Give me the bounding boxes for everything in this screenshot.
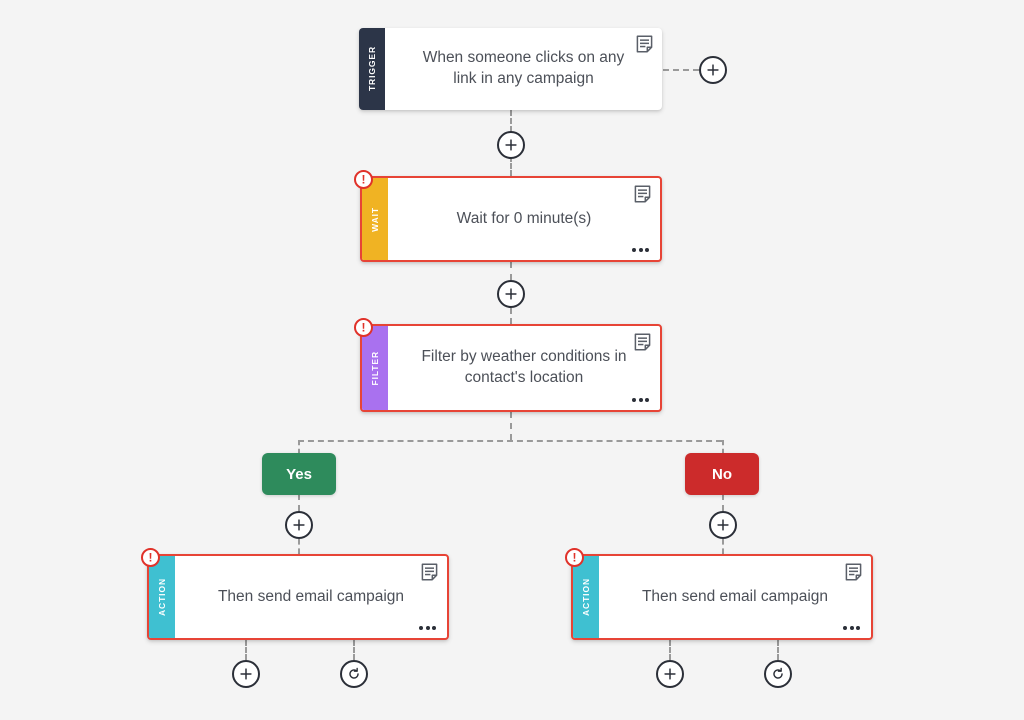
note-icon[interactable] <box>421 563 438 581</box>
alert-exclamation-icon[interactable]: ! <box>565 548 584 567</box>
node-filter[interactable]: FILTER Filter by weather conditions in c… <box>360 324 662 412</box>
branch-pill-no[interactable]: No <box>685 453 759 495</box>
node-trigger[interactable]: TRIGGER When someone clicks on any link … <box>359 28 662 110</box>
ellipsis-icon[interactable] <box>632 248 649 252</box>
action-yes-stripe: ACTION <box>149 556 175 638</box>
action-yes-body: Then send email campaign <box>175 556 447 638</box>
trigger-stripe: TRIGGER <box>359 28 385 110</box>
branch-label-yes: Yes <box>286 465 312 483</box>
workflow-canvas: TRIGGER When someone clicks on any link … <box>0 0 1024 720</box>
add-step-button-no-branch[interactable] <box>709 511 737 539</box>
alert-exclamation-icon[interactable]: ! <box>354 170 373 189</box>
connector-no-to-plus <box>722 494 724 511</box>
alert-exclamation-icon[interactable]: ! <box>141 548 160 567</box>
connector-plus-to-wait <box>510 156 512 176</box>
alert-glyph: ! <box>148 550 153 564</box>
connector-yes-to-plus <box>298 494 300 511</box>
note-icon[interactable] <box>845 563 862 581</box>
node-wait[interactable]: WAIT Wait for 0 minute(s) <box>360 176 662 262</box>
connector-split-to-yes <box>298 440 300 454</box>
wait-stripe: WAIT <box>362 178 388 260</box>
ellipsis-icon[interactable] <box>419 626 436 630</box>
connector-wait-to-plus <box>510 262 512 280</box>
action-no-stripe: ACTION <box>573 556 599 638</box>
connector-branch-split <box>298 440 722 442</box>
alert-glyph: ! <box>361 172 366 186</box>
add-step-button-action-yes[interactable] <box>232 660 260 688</box>
filter-body: Filter by weather conditions in contact'… <box>388 326 660 410</box>
wait-title: Wait for 0 minute(s) <box>456 209 592 227</box>
connector-action-yes-repeat <box>353 640 355 660</box>
connector-plus-to-action-yes <box>298 539 300 554</box>
filter-stripe: FILTER <box>362 326 388 410</box>
alert-exclamation-icon[interactable]: ! <box>354 318 373 337</box>
branch-pill-yes[interactable]: Yes <box>262 453 336 495</box>
refresh-icon[interactable] <box>764 660 792 688</box>
wait-stripe-label: WAIT <box>370 206 380 232</box>
filter-stripe-label: FILTER <box>370 350 380 386</box>
add-step-button-wait-filter[interactable] <box>497 280 525 308</box>
action-yes-stripe-label: ACTION <box>157 578 167 616</box>
connector-split-to-no <box>722 440 724 454</box>
connector-action-no-add <box>669 640 671 660</box>
connector-filter-down <box>510 412 512 440</box>
action-yes-title: Then send email campaign <box>217 587 405 605</box>
trigger-stripe-label: TRIGGER <box>367 46 377 92</box>
node-action-yes[interactable]: ACTION Then send email campaign <box>147 554 449 640</box>
filter-title: Filter by weather conditions in contact'… <box>421 348 627 386</box>
action-no-body: Then send email campaign <box>599 556 871 638</box>
action-no-stripe-label: ACTION <box>581 578 591 616</box>
connector-action-yes-add <box>245 640 247 660</box>
trigger-title: When someone clicks on any link in any c… <box>422 49 625 87</box>
alert-glyph: ! <box>361 320 366 334</box>
branch-label-no: No <box>712 465 732 483</box>
connector-action-no-repeat <box>777 640 779 660</box>
ellipsis-icon[interactable] <box>843 626 860 630</box>
connector-trigger-side <box>663 69 699 71</box>
alert-glyph: ! <box>572 550 577 564</box>
connector-plus-to-filter <box>510 308 512 324</box>
wait-body: Wait for 0 minute(s) <box>388 178 660 260</box>
add-step-button-trigger-wait[interactable] <box>497 131 525 159</box>
node-action-no[interactable]: ACTION Then send email campaign <box>571 554 873 640</box>
note-icon[interactable] <box>634 333 651 351</box>
add-step-button-yes-branch[interactable] <box>285 511 313 539</box>
action-no-title: Then send email campaign <box>641 587 829 605</box>
add-step-button-trigger-side[interactable] <box>699 56 727 84</box>
add-step-button-action-no[interactable] <box>656 660 684 688</box>
note-icon[interactable] <box>634 185 651 203</box>
note-icon[interactable] <box>636 35 653 53</box>
ellipsis-icon[interactable] <box>632 398 649 402</box>
refresh-icon[interactable] <box>340 660 368 688</box>
connector-plus-to-action-no <box>722 539 724 554</box>
trigger-body: When someone clicks on any link in any c… <box>385 28 662 110</box>
